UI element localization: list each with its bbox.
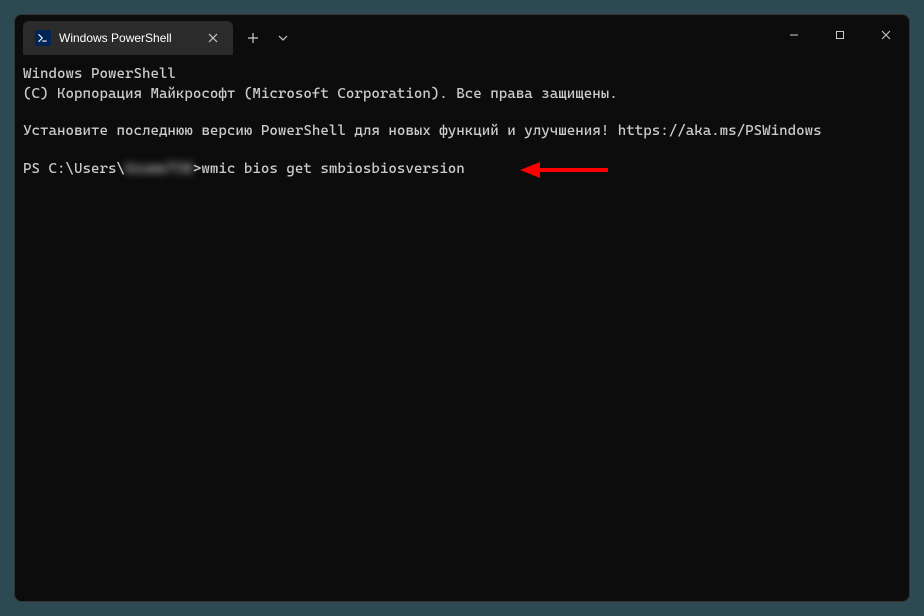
terminal-body[interactable]: Windows PowerShell (C) Корпорация Майкро… — [15, 55, 909, 601]
tab-dropdown-button[interactable] — [271, 22, 295, 54]
maximize-button[interactable] — [817, 19, 863, 51]
powershell-icon — [35, 30, 51, 46]
prompt-prefix: PS C:\Users\ — [23, 160, 125, 180]
command-text: wmic bios get smbiosbiosversion — [201, 160, 464, 180]
prompt-line: PS C:\Users\Ksome730> wmic bios get smbi… — [23, 160, 901, 180]
output-line: (C) Корпорация Майкрософт (Microsoft Cor… — [23, 85, 901, 105]
output-line: Windows PowerShell — [23, 65, 901, 85]
close-tab-button[interactable] — [205, 30, 221, 46]
new-tab-button[interactable] — [237, 22, 269, 54]
tab-powershell[interactable]: Windows PowerShell — [23, 21, 233, 55]
close-window-button[interactable] — [863, 19, 909, 51]
prompt-suffix: > — [193, 160, 202, 180]
window-controls — [771, 15, 909, 55]
prompt-username-hidden: Ksome730 — [125, 160, 193, 180]
tab-title: Windows PowerShell — [59, 31, 197, 45]
titlebar: Windows PowerShell — [15, 15, 909, 55]
terminal-window: Windows PowerShell — [14, 14, 910, 602]
tabs-strip: Windows PowerShell — [15, 15, 771, 55]
minimize-button[interactable] — [771, 19, 817, 51]
output-line: Установите последнюю версию PowerShell д… — [23, 122, 901, 142]
